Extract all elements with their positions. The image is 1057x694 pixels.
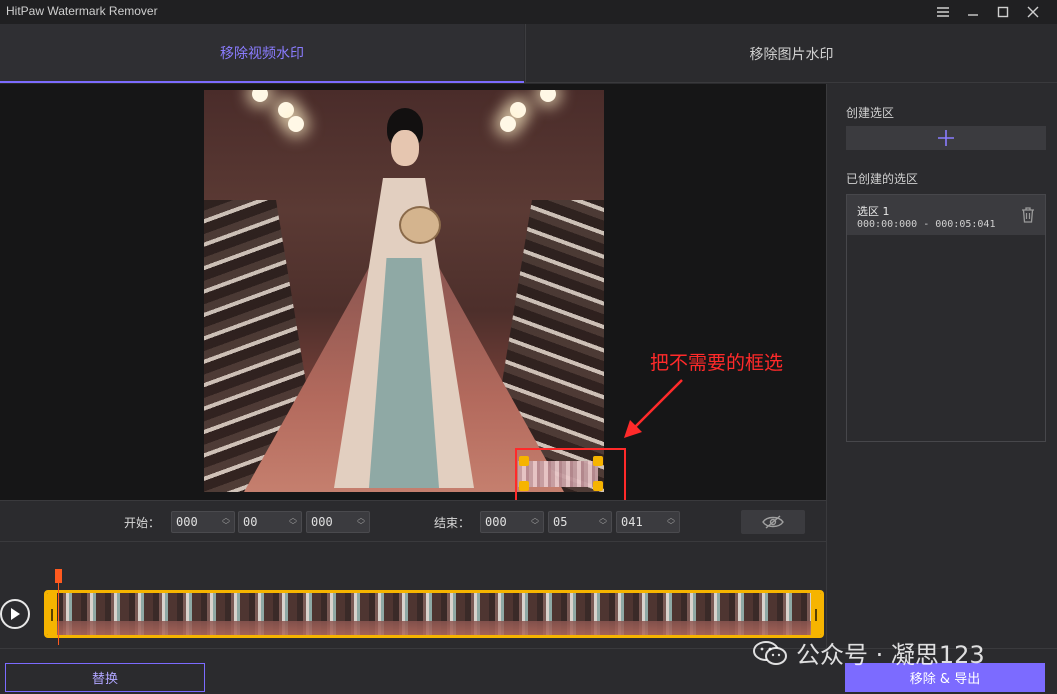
stage-light [278,102,294,118]
credit-overlay: 公众号 · 凝思123 [752,635,985,670]
toggle-visibility-button[interactable] [741,510,805,534]
start-label: 开始： [124,516,161,530]
runway-model [314,108,494,492]
start-minutes-stepper[interactable]: 000 ︿ ﹀ [171,511,235,533]
video-frame [204,90,604,492]
selection-item[interactable]: 选区 1 000:00:000 - 000:05:041 [847,195,1045,235]
bottom-bar: 替换 移除 & 导出 公众号 · 凝思123 [0,640,1057,694]
created-selections-label: 已创建的选区 [846,172,919,186]
stage-light [510,102,526,118]
end-label: 结束： [434,516,471,530]
close-icon[interactable] [1022,2,1044,22]
video-preview-area [0,84,826,500]
minimize-icon[interactable] [962,2,984,22]
mode-tabs: 移除视频水印 移除图片水印 [0,24,1057,83]
tab-remove-image-watermark[interactable]: 移除图片水印 [525,24,1057,83]
selection-list: 选区 1 000:00:000 - 000:05:041 [846,194,1046,442]
stage-light [288,116,304,132]
play-icon [11,608,20,620]
app-title: HitPaw Watermark Remover [6,4,158,18]
hamburger-icon[interactable] [932,2,954,22]
trash-icon[interactable] [1021,207,1035,223]
create-selection-label: 创建选区 [846,106,895,120]
plus-icon [938,130,954,146]
selection-panel: 创建选区 已创建的选区 选区 1 000:00:000 - 000:05:041 [826,84,1057,648]
stage-light [500,116,516,132]
end-minutes-stepper[interactable]: 000 ︿ ﹀ [480,511,544,533]
timeline-clip-strip[interactable] [44,590,824,638]
timeline [0,542,826,648]
trim-handle-left[interactable] [47,593,57,635]
eye-off-icon [762,515,784,529]
playhead-marker[interactable] [55,569,62,583]
annotation-arrow-icon [624,379,683,438]
selection-title: 选区 1 [857,205,890,218]
replace-button[interactable]: 替换 [5,663,205,692]
annotation-text: 把不需要的框选 [650,352,784,374]
annotation-red-box [515,448,626,507]
play-button[interactable] [0,599,30,629]
end-milliseconds-stepper[interactable]: 041 ︿ ﹀ [616,511,680,533]
tab-remove-video-watermark[interactable]: 移除视频水印 [0,24,524,83]
wechat-icon [753,640,787,665]
video-thumbnails [57,593,811,635]
maximize-icon[interactable] [992,2,1014,22]
start-milliseconds-stepper[interactable]: 000 ︿ ﹀ [306,511,370,533]
selection-range: 000:00:000 - 000:05:041 [857,219,996,230]
end-seconds-stepper[interactable]: 05 ︿ ﹀ [548,511,612,533]
stage-light [540,90,556,102]
add-selection-button[interactable] [846,126,1046,150]
trim-handle-right[interactable] [811,593,821,635]
stage-light [252,90,268,102]
time-range-bar: 开始： 000 ︿ ﹀ 00 ︿ ﹀ 000 ︿ ﹀ 结束： 000 ︿ ﹀ 05 ︿ ﹀ 041 ︿… [0,500,826,542]
title-bar: HitPaw Watermark Remover [0,0,1057,24]
credit-text: 公众号 · 凝思123 [796,641,985,669]
playhead-line [58,583,59,645]
start-seconds-stepper[interactable]: 00 ︿ ﹀ [238,511,302,533]
